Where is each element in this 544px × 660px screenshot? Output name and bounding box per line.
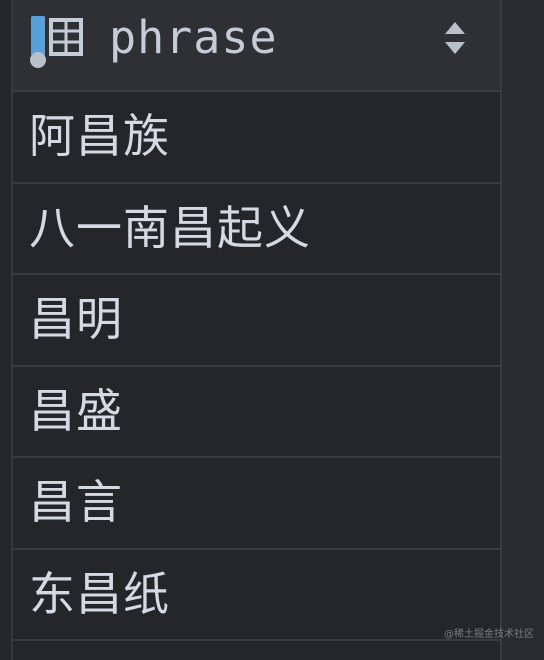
column-title: phrase	[109, 11, 278, 64]
table-row[interactable]: 阿昌族	[13, 92, 500, 184]
table-row[interactable]: 昌盛	[13, 367, 500, 458]
phrase-cell[interactable]: 昌盛	[29, 383, 123, 439]
table-row[interactable]: 昌明	[13, 275, 500, 367]
table-row[interactable]: 八一南昌起义	[13, 184, 500, 275]
data-grid-view: phrase 阿昌族 八一南昌起义 昌明 昌盛 昌言 东昌纸 @稀土掘金技术社区	[0, 0, 544, 660]
phrase-cell[interactable]: 阿昌族	[29, 108, 170, 164]
phrase-cell[interactable]: 东昌纸	[29, 566, 170, 622]
adjacent-column	[500, 0, 544, 660]
table-row[interactable]: 东昌纸	[13, 550, 500, 641]
row-gutter	[0, 0, 13, 660]
rows-container: 阿昌族 八一南昌起义 昌明 昌盛 昌言 东昌纸	[13, 92, 500, 641]
phrase-column: phrase 阿昌族 八一南昌起义 昌明 昌盛 昌言 东昌纸	[13, 0, 500, 660]
phrase-cell[interactable]: 昌明	[29, 291, 123, 347]
table-row[interactable]: 昌言	[13, 458, 500, 550]
column-header[interactable]: phrase	[13, 0, 500, 92]
watermark: @稀土掘金技术社区	[444, 629, 534, 640]
table-column-icon	[30, 16, 83, 68]
sort-updown-icon[interactable]	[443, 18, 467, 58]
phrase-cell[interactable]: 八一南昌起义	[29, 200, 311, 256]
phrase-cell[interactable]: 昌言	[29, 474, 123, 530]
